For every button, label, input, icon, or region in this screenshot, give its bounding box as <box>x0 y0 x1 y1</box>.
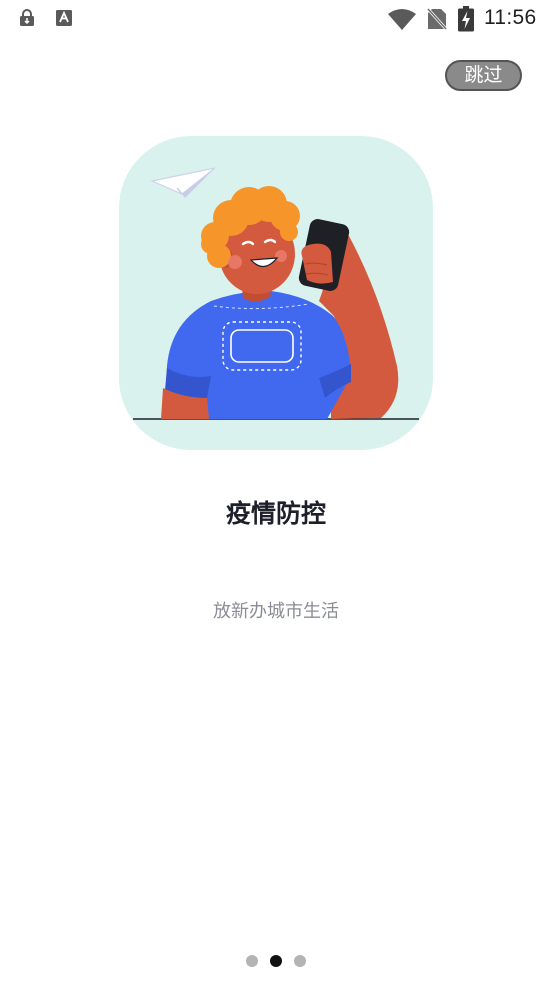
no-sim-icon <box>427 8 447 30</box>
keyboard-a-icon <box>56 10 72 26</box>
skip-button[interactable]: 跳过 <box>445 60 522 91</box>
wifi-icon <box>388 9 416 30</box>
page-dot[interactable] <box>294 955 306 967</box>
page-dot[interactable] <box>246 955 258 967</box>
lock-download-icon <box>20 9 34 26</box>
status-time: 11:56 <box>484 6 537 29</box>
battery-charging-icon <box>458 6 474 32</box>
page-subtitle: 放新办城市生活 <box>213 601 339 622</box>
status-bar: 11:56 <box>0 0 552 40</box>
page-title: 疫情防控 <box>225 499 326 528</box>
person-with-phone-illustration <box>119 136 433 450</box>
page-dot-active[interactable] <box>270 955 282 967</box>
page-indicator <box>0 955 552 969</box>
